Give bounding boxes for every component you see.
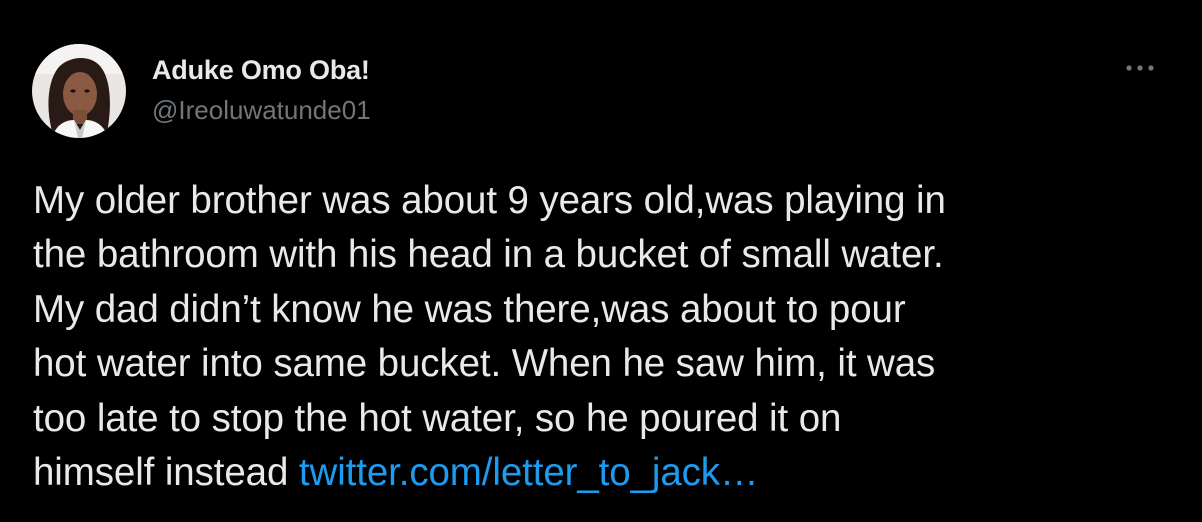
tweet-text-last-line: himself instead twitter.com/letter_to_ja… xyxy=(33,446,1183,500)
more-options-button[interactable] xyxy=(1118,56,1162,80)
author-avatar[interactable] xyxy=(32,44,126,138)
tweet-text-line: himself instead xyxy=(33,451,299,495)
tweet-text-line: My older brother was about 9 years old,w… xyxy=(33,179,946,222)
tweet-text-line: too late to stop the hot water, so he po… xyxy=(33,396,842,440)
author-display-name[interactable]: Aduke Omo Oba! xyxy=(152,55,370,86)
tweet-text-line: the bathroom with his head in a bucket o… xyxy=(33,233,944,277)
tweet-text-line: My dad didn’t know he was there,was abou… xyxy=(33,287,906,331)
tweet-text: My older brother was about 9 years old,w… xyxy=(33,174,1183,500)
profile-photo-icon xyxy=(32,44,126,138)
more-options-icon xyxy=(1126,65,1154,71)
tweet-card: Aduke Omo Oba! @Ireoluwatunde01 My older… xyxy=(0,0,1202,522)
author-handle[interactable]: @Ireoluwatunde01 xyxy=(152,95,371,126)
tweet-link[interactable]: twitter.com/letter_to_jack… xyxy=(299,451,759,494)
tweet-text-line: hot water into same bucket. When he saw … xyxy=(33,342,936,386)
